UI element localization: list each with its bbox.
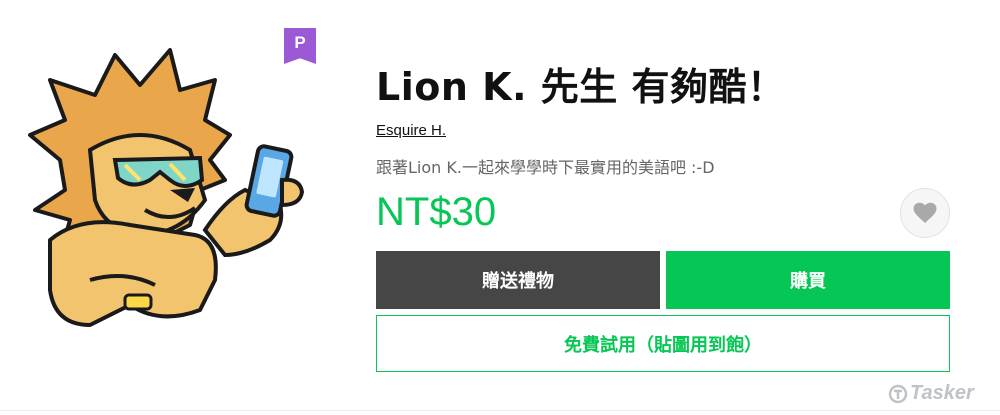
sticker-description: 跟著Lion K.一起來學學時下最實用的美語吧 :-D [376, 158, 715, 177]
gift-button-label: 贈送禮物 [482, 271, 554, 292]
free-trial-button[interactable]: 免費試用（貼圖用到飽） [376, 315, 950, 372]
author-link[interactable]: Esquire H. [376, 122, 446, 139]
tasker-watermark: Tasker [888, 382, 974, 405]
lion-sticker-image [28, 48, 305, 327]
gift-button[interactable]: 贈送禮物 [376, 251, 660, 309]
buy-button-label: 購買 [790, 271, 826, 292]
heart-icon [913, 202, 937, 223]
tasker-logo-icon [888, 384, 908, 403]
watermark-text: Tasker [910, 382, 974, 404]
buy-button[interactable]: 購買 [666, 251, 950, 309]
divider [0, 410, 1000, 411]
free-trial-button-label: 免費試用（貼圖用到飽） [564, 334, 762, 356]
favorite-button[interactable] [900, 188, 950, 238]
sticker-price: NT$30 [376, 190, 497, 234]
sticker-title: Lion K. 先生 有夠酷！ [376, 65, 786, 109]
